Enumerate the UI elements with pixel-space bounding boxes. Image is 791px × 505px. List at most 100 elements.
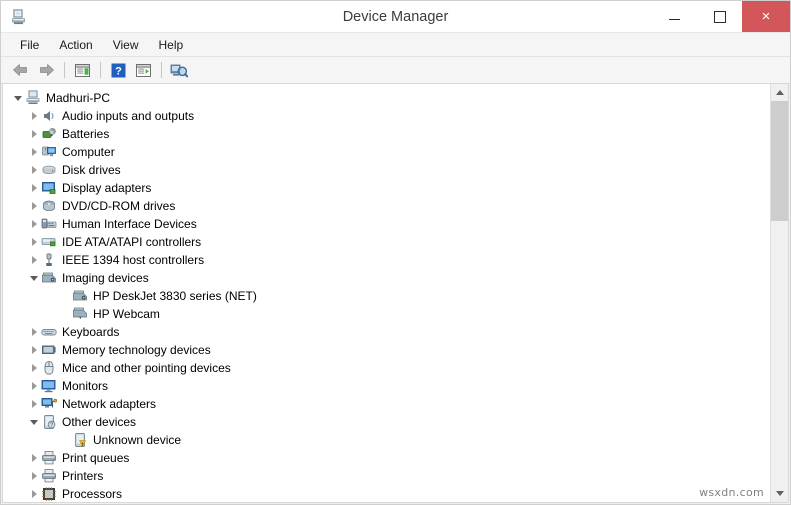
tree-item-label: Print queues xyxy=(62,451,129,465)
tree-item[interactable]: Batteries xyxy=(3,125,770,143)
network-adapter-icon xyxy=(41,396,57,412)
keyboard-icon xyxy=(41,324,57,340)
tree-item-label: Network adapters xyxy=(62,397,156,411)
tree-item[interactable]: HP Webcam xyxy=(3,305,770,323)
unknown-device-icon: ? xyxy=(41,414,57,430)
expand-arrow-icon[interactable] xyxy=(27,467,41,485)
tree-item[interactable]: IDE ATA/ATAPI controllers xyxy=(3,233,770,251)
scrollbar-track[interactable] xyxy=(771,101,788,485)
tree-item[interactable]: Processors xyxy=(3,485,770,502)
expand-arrow-icon[interactable] xyxy=(27,323,41,341)
expand-arrow-icon[interactable] xyxy=(27,125,41,143)
device-tree[interactable]: Madhuri-PCAudio inputs and outputs Batter… xyxy=(3,84,770,502)
menu-item-action[interactable]: Action xyxy=(50,36,101,54)
tree-item[interactable]: Monitors xyxy=(3,377,770,395)
expand-arrow-icon[interactable] xyxy=(27,215,41,233)
tree-item-label: DVD/CD-ROM drives xyxy=(62,199,175,213)
tree-item[interactable]: Audio inputs and outputs xyxy=(3,107,770,125)
tree-item[interactable]: Imaging devices xyxy=(3,269,770,287)
help-icon[interactable]: ? xyxy=(106,59,130,81)
tree-item-label: Unknown device xyxy=(93,433,181,447)
scroll-down-arrow[interactable] xyxy=(771,485,788,502)
computer-small-icon xyxy=(41,144,57,160)
vertical-scrollbar[interactable] xyxy=(770,84,788,502)
menu-item-file[interactable]: File xyxy=(11,36,48,54)
collapse-arrow-icon[interactable] xyxy=(27,269,41,287)
tree-item[interactable]: ? Other devices xyxy=(3,413,770,431)
battery-icon xyxy=(41,126,57,142)
tree-item-label: Keyboards xyxy=(62,325,119,339)
tree-item[interactable]: Network adapters xyxy=(3,395,770,413)
tree-item-label: Processors xyxy=(62,487,122,501)
update-driver-icon[interactable] xyxy=(131,59,155,81)
tree-item-label: IEEE 1394 host controllers xyxy=(62,253,204,267)
tree-item[interactable]: Display adapters xyxy=(3,179,770,197)
ide-controller-icon xyxy=(41,234,57,250)
expand-arrow-icon[interactable] xyxy=(27,107,41,125)
expand-arrow-icon[interactable] xyxy=(27,359,41,377)
tree-item[interactable]: Printers xyxy=(3,467,770,485)
tree-item[interactable]: Print queues xyxy=(3,449,770,467)
content-area: Madhuri-PCAudio inputs and outputs Batter… xyxy=(2,84,789,503)
tree-item[interactable]: Madhuri-PC xyxy=(3,89,770,107)
scan-hardware-changes-icon[interactable] xyxy=(167,59,191,81)
menu-item-help[interactable]: Help xyxy=(150,36,193,54)
expand-arrow-icon[interactable] xyxy=(27,449,41,467)
tree-item[interactable]: Computer xyxy=(3,143,770,161)
unknown-device-warning-icon xyxy=(72,432,88,448)
disk-drive-icon xyxy=(41,162,57,178)
expand-arrow-icon[interactable] xyxy=(27,197,41,215)
monitor-icon xyxy=(41,378,57,394)
minimize-button[interactable] xyxy=(652,1,697,32)
tree-item[interactable]: DVD/CD-ROM drives xyxy=(3,197,770,215)
tree-item[interactable]: Human Interface Devices xyxy=(3,215,770,233)
properties-icon[interactable] xyxy=(70,59,94,81)
tree-item-label: Memory technology devices xyxy=(62,343,211,357)
svg-text:?: ? xyxy=(115,65,122,77)
menu-item-view[interactable]: View xyxy=(104,36,148,54)
tree-item-label: HP Webcam xyxy=(93,307,160,321)
tree-item[interactable]: Keyboards xyxy=(3,323,770,341)
expand-arrow-icon[interactable] xyxy=(27,161,41,179)
maximize-button[interactable] xyxy=(697,1,742,32)
forward-arrow-icon[interactable] xyxy=(34,59,58,81)
scroll-up-arrow[interactable] xyxy=(771,84,788,101)
expand-arrow-icon[interactable] xyxy=(27,395,41,413)
collapse-arrow-icon[interactable] xyxy=(11,89,25,107)
tree-item-label: Printers xyxy=(62,469,103,483)
back-arrow-icon[interactable] xyxy=(9,59,33,81)
tree-item[interactable]: IEEE 1394 host controllers xyxy=(3,251,770,269)
expand-arrow-icon[interactable] xyxy=(27,341,41,359)
collapse-arrow-icon[interactable] xyxy=(27,413,41,431)
computer-icon xyxy=(25,90,41,106)
tree-item[interactable]: Disk drives xyxy=(3,161,770,179)
printer-icon xyxy=(41,450,57,466)
expand-arrow-icon[interactable] xyxy=(27,377,41,395)
tree-item[interactable]: Memory technology devices xyxy=(3,341,770,359)
expand-arrow-icon[interactable] xyxy=(27,485,41,502)
expand-arrow-icon[interactable] xyxy=(27,233,41,251)
device-manager-icon xyxy=(10,8,28,26)
tree-item[interactable]: Mice and other pointing devices xyxy=(3,359,770,377)
expand-arrow-icon[interactable] xyxy=(27,179,41,197)
tree-item[interactable]: HP DeskJet 3830 series (NET) xyxy=(3,287,770,305)
device-manager-window: Device Manager × File Action View Help xyxy=(0,0,791,505)
scrollbar-thumb[interactable] xyxy=(771,101,788,221)
svg-text:?: ? xyxy=(50,423,53,429)
hid-icon xyxy=(41,216,57,232)
close-button[interactable]: × xyxy=(742,1,790,32)
tree-item-label: Mice and other pointing devices xyxy=(62,361,231,375)
toolbar-separator xyxy=(161,62,162,78)
tree-item-label: Other devices xyxy=(62,415,136,429)
title-bar: Device Manager × xyxy=(1,1,790,33)
tree-item[interactable]: Unknown device xyxy=(3,431,770,449)
tree-item-label: Human Interface Devices xyxy=(62,217,197,231)
window-controls: × xyxy=(652,1,790,32)
expand-arrow-icon[interactable] xyxy=(27,251,41,269)
dvd-drive-icon xyxy=(41,198,57,214)
tree-item-label: Monitors xyxy=(62,379,108,393)
expand-arrow-icon[interactable] xyxy=(27,143,41,161)
menu-bar: File Action View Help xyxy=(1,33,790,57)
tree-item-label: Imaging devices xyxy=(62,271,149,285)
tree-item-label: Batteries xyxy=(62,127,109,141)
